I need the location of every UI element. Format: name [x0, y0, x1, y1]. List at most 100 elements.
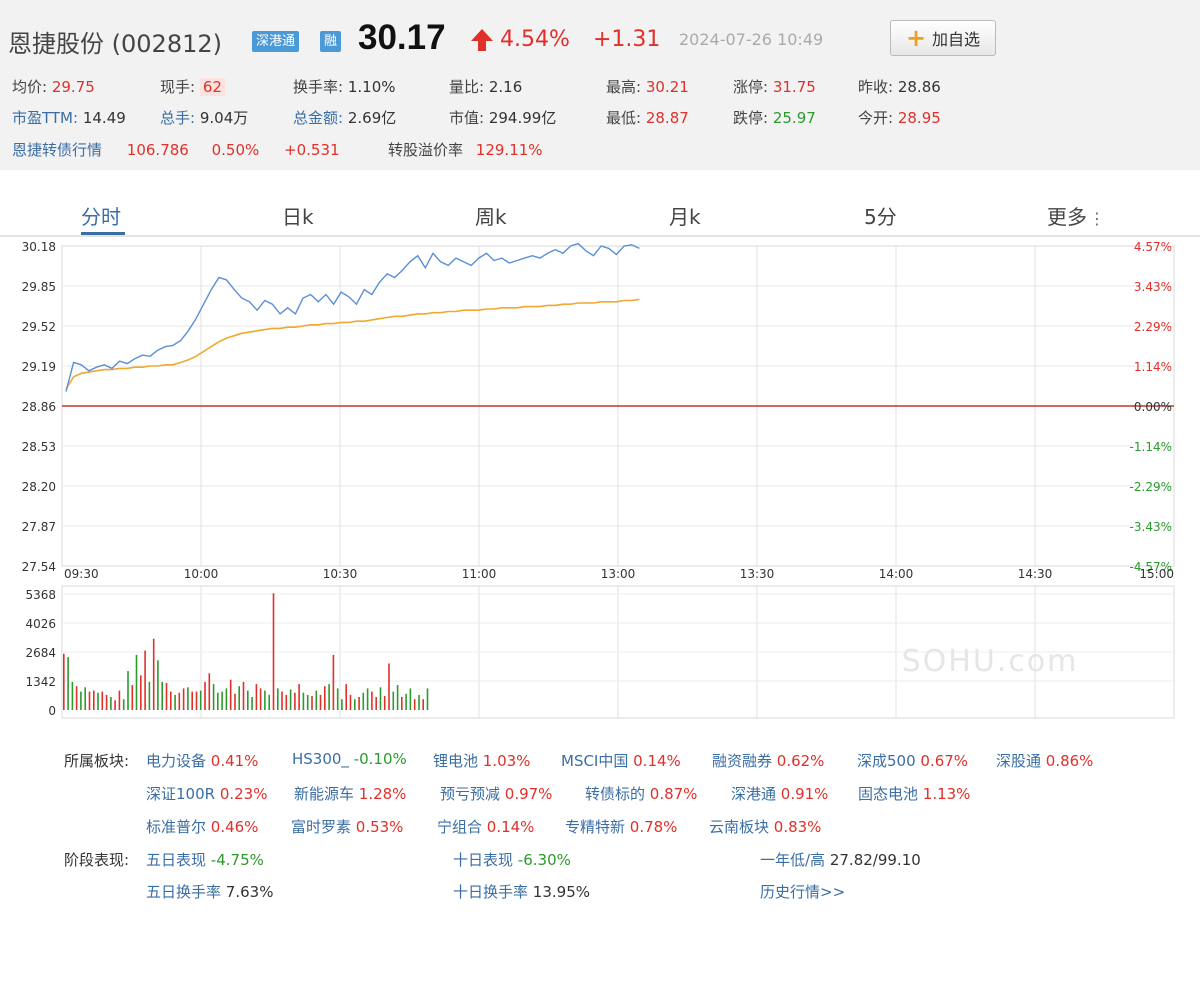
volume-bar: [75, 686, 78, 710]
board-item[interactable]: 专精特新 0.78%: [565, 816, 677, 837]
board-item[interactable]: 锂电池 1.03%: [433, 750, 530, 771]
board-change: 0.67%: [915, 752, 969, 770]
board-item[interactable]: HS300_ -0.10%: [292, 750, 407, 768]
y-tick-label: 27.87: [22, 520, 56, 534]
convertible-bond-row: 恩捷转债行情 106.786 0.50% +0.531: [12, 139, 340, 160]
stage-label: 阶段表现:: [64, 851, 130, 869]
board-name: 电力设备: [146, 752, 207, 770]
board-item[interactable]: MSCI中国 0.14%: [561, 750, 681, 771]
price-line: [65, 242, 640, 392]
bond-change: +0.531: [284, 141, 340, 159]
volume-bar: [383, 696, 386, 710]
volume-bar: [170, 691, 172, 710]
volume-bar: [110, 697, 112, 710]
tab-daily-k[interactable]: 日k: [282, 201, 314, 230]
volume-bar: [401, 697, 403, 710]
volume-bar: [88, 691, 91, 710]
volume-bar: [358, 697, 360, 710]
board-item[interactable]: 深证100R 0.23%: [146, 783, 267, 804]
sz-hk-connect-badge[interactable]: 深港通: [252, 31, 300, 52]
volume-bar: [418, 694, 420, 710]
board-name: 标准普尔: [146, 818, 207, 836]
tab-weekly-k[interactable]: 周k: [475, 201, 507, 230]
board-item[interactable]: 深港通 0.91%: [731, 783, 828, 804]
volume-bar: [191, 691, 193, 710]
conversion-premium: 转股溢价率 129.11%: [388, 141, 543, 159]
margin-badge[interactable]: 融: [320, 31, 342, 52]
ten-day-performance: 十日表现 -6.30%: [453, 851, 571, 869]
board-item[interactable]: 融资融券 0.62%: [712, 750, 824, 771]
board-item[interactable]: 固态电池 1.13%: [858, 783, 970, 804]
volume-bar: [161, 681, 163, 710]
board-item[interactable]: 宁组合 0.14%: [437, 816, 534, 837]
volume-bar: [405, 693, 407, 710]
convertible-bond-link[interactable]: 恩捷转债行情: [12, 141, 102, 159]
year-low-high: 一年低/高 27.82/99.10: [760, 851, 921, 869]
history-link[interactable]: 历史行情>>: [760, 881, 845, 902]
current-volume: 现手: 62: [160, 76, 225, 97]
board-change: 0.97%: [500, 785, 553, 803]
volume-bar: [165, 683, 168, 710]
volume-bar: [396, 685, 399, 710]
bond-price: 106.786: [126, 141, 189, 159]
volume-bar: [238, 686, 240, 710]
volume-bar: [268, 694, 270, 710]
tab-monthly-k[interactable]: 月k: [669, 201, 701, 230]
board-name: MSCI中国: [561, 752, 629, 770]
pct-tick-label: -1.14%: [1130, 440, 1172, 454]
volume-bar: [247, 690, 249, 710]
tab-5min[interactable]: 5分: [864, 201, 897, 230]
volume-bar: [208, 673, 211, 710]
active-tab-indicator: [81, 232, 125, 235]
pct-tick-label: 3.43%: [1134, 280, 1172, 294]
pct-tick-label: -2.29%: [1130, 480, 1172, 494]
volume-bar: [97, 692, 99, 710]
volume-bar: [144, 650, 146, 710]
tab-more[interactable]: 更多 ⋮: [1047, 201, 1105, 230]
intraday-chart[interactable]: 30.18 4.57% 29.85 3.43% 29.52 2.29% 29.19 1.14%…: [0, 240, 1200, 730]
board-name: 固态电池: [858, 785, 919, 803]
board-change: 0.83%: [769, 818, 822, 836]
board-name: 锂电池: [433, 752, 479, 770]
volume-tick-label: 0: [48, 704, 56, 718]
board-item[interactable]: 新能源车 1.28%: [294, 783, 406, 804]
volume-bar: [157, 660, 159, 710]
volume-bar: [362, 692, 365, 710]
board-item[interactable]: 深股通 0.86%: [996, 750, 1093, 771]
total-amount: 总金额: 2.69亿: [293, 109, 397, 127]
tab-intraday[interactable]: 分时: [81, 201, 121, 230]
y-tick-label: 29.52: [22, 320, 56, 334]
board-name: 预亏预减: [440, 785, 501, 803]
y-tick-label: 28.86: [22, 400, 56, 414]
volume-bar: [319, 694, 322, 710]
volume-bar: [413, 699, 416, 710]
board-name: 深港通: [731, 785, 777, 803]
volume-bar: [332, 654, 335, 710]
board-item[interactable]: 转债标的 0.87%: [585, 783, 697, 804]
volume-bar: [336, 688, 339, 710]
board-item[interactable]: 预亏预减 0.97%: [440, 783, 552, 804]
board-item[interactable]: 电力设备 0.41%: [146, 750, 258, 771]
stock-name: 恩捷股份: [8, 30, 104, 58]
volume-bar: [118, 690, 121, 710]
volume-bar: [140, 675, 142, 710]
board-item[interactable]: 富时罗素 0.53%: [291, 816, 403, 837]
board-change: 0.23%: [215, 785, 268, 803]
volume-bar: [84, 687, 86, 710]
board-item[interactable]: 云南板块 0.83%: [709, 816, 821, 837]
volume-bar: [264, 690, 266, 710]
board-item[interactable]: 标准普尔 0.46%: [146, 816, 258, 837]
sohu-watermark: SOHU.com: [902, 644, 1079, 679]
volume-bar: [127, 671, 129, 710]
add-watchlist-button[interactable]: + 加自选: [890, 20, 996, 56]
board-name: 深证100R: [146, 785, 216, 803]
volume-bar: [272, 593, 275, 710]
volume-bar: [388, 663, 390, 710]
board-item[interactable]: 深成500 0.67%: [857, 750, 968, 771]
stock-title: 恩捷股份 (002812): [8, 24, 222, 59]
volume-bar: [255, 684, 258, 710]
volume-bar: [426, 688, 429, 710]
avg-price-line: [65, 298, 640, 390]
board-change: 0.91%: [776, 785, 829, 803]
pct-tick-label: 2.29%: [1134, 320, 1172, 334]
